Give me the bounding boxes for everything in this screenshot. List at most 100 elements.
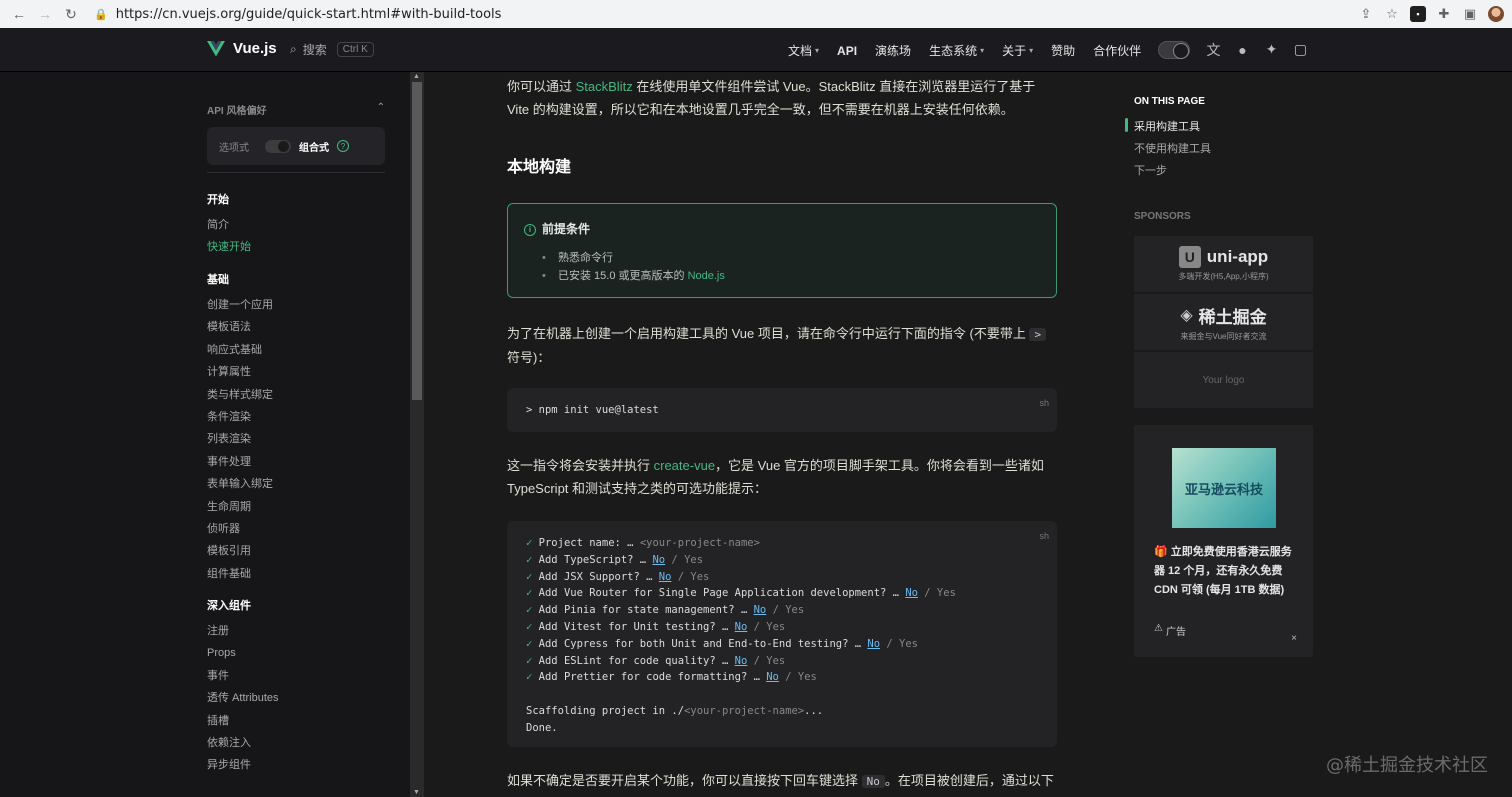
sponsor-uniapp[interactable]: Uuni-app 多端开发(H5,App,小程序): [1134, 236, 1313, 292]
nav-menu-item[interactable]: API: [837, 42, 857, 59]
sidebar-item[interactable]: 生命周期: [207, 496, 273, 518]
bookmark-star-icon[interactable]: ☆: [1384, 6, 1400, 22]
sidebar-item[interactable]: 侦听器: [207, 518, 273, 540]
nav-menu-item[interactable]: 合作伙伴: [1093, 42, 1141, 59]
scroll-down-icon[interactable]: ▼: [413, 789, 420, 796]
stackblitz-link[interactable]: StackBlitz: [576, 79, 633, 94]
sidebar-item[interactable]: 插槽: [207, 710, 279, 732]
help-icon[interactable]: ?: [337, 140, 349, 152]
list-item: 熟悉命令行: [542, 249, 1040, 267]
nav-menu-item[interactable]: 文档 ▾: [788, 42, 819, 59]
main-menu: 文档 ▾ API 演练场 生态系统 ▾ 关于 ▾ 赞助 合作伙伴: [788, 42, 1159, 59]
sidebar-item[interactable]: 响应式基础: [207, 339, 273, 361]
instruction-paragraph: 为了在机器上创建一个启用构建工具的 Vue 项目，请在命令行中运行下面的指令 (…: [507, 322, 1057, 369]
theme-toggle[interactable]: [1158, 41, 1190, 59]
discord-icon[interactable]: ▢: [1292, 41, 1309, 58]
check-icon: ✓: [526, 587, 539, 600]
sidebar-scrollbar[interactable]: ▲ ▼: [410, 72, 424, 797]
sidebar-item[interactable]: 异步组件: [207, 754, 279, 776]
brand-name: Vue.js: [233, 40, 277, 57]
tip-box: i 前提条件 熟悉命令行 已安装 15.0 或更高版本的 Node.js: [507, 203, 1057, 298]
create-vue-paragraph: 这一指令将会安装并执行 create-vue，它是 Vue 官方的项目脚手架工具…: [507, 458, 1044, 496]
sidebar-item[interactable]: 依赖注入: [207, 732, 279, 754]
sidebar-item[interactable]: 列表渲染: [207, 428, 273, 450]
reload-icon[interactable]: ↻: [60, 3, 82, 25]
code-line: ✓ Add Vue Router for Single Page Applica…: [526, 587, 956, 600]
code-line: ✓ Add Cypress for both Unit and End-to-E…: [526, 637, 918, 650]
api-pref-title: API 风格偏好: [207, 106, 267, 117]
share-icon[interactable]: ⇪: [1358, 6, 1374, 22]
browser-toolbar: ← → ↻ 🔒 https://cn.vuejs.org/guide/quick…: [0, 0, 1512, 28]
scroll-up-icon[interactable]: ▲: [413, 73, 420, 80]
on-this-page-title: ON THIS PAGE: [1134, 96, 1205, 107]
profile-avatar[interactable]: [1488, 6, 1504, 22]
check-icon: ✓: [526, 671, 539, 684]
url-text: https://cn.vuejs.org/guide/quick-start.h…: [115, 6, 502, 22]
sidebar-item[interactable]: 事件处理: [207, 451, 273, 473]
sidebar-item[interactable]: 简介: [207, 214, 251, 236]
sidebar-item[interactable]: 组件基础: [207, 563, 273, 585]
code-line: ✓ Add ESLint for code quality? … No / Ye…: [526, 654, 786, 667]
ad-icon: ⚠: [1154, 623, 1163, 634]
api-style-switch[interactable]: [265, 139, 291, 153]
sidebar-group-title: 深入组件: [207, 600, 251, 612]
sidebar-item[interactable]: 模板引用: [207, 540, 273, 562]
ad-box[interactable]: 亚马逊云科技 🎁 立即免费使用香港云服务器 12 个月，还有永久免费 CDN 可…: [1134, 425, 1313, 657]
code-line: ✓ Add JSX Support? … No / Yes: [526, 570, 710, 583]
search-shortcut: Ctrl K: [336, 42, 374, 57]
extension-icon[interactable]: ▪: [1410, 6, 1426, 22]
ad-text[interactable]: 🎁 立即免费使用香港云服务器 12 个月，还有永久免费 CDN 可领 (每月 1…: [1154, 543, 1294, 600]
brand-link[interactable]: Vue.js: [207, 40, 277, 57]
composition-api-label[interactable]: 组合式: [299, 139, 329, 154]
address-bar[interactable]: 🔒 https://cn.vuejs.org/guide/quick-start…: [94, 3, 1358, 25]
sponsor-juejin[interactable]: ◈ 稀土掘金 来掘金与Vue同好者交流: [1134, 294, 1313, 350]
sidebar-group: 开始 简介 快速开始: [207, 192, 251, 259]
code-line: ✓ Add Prettier for code formatting? … No…: [526, 671, 817, 684]
sidebar-item[interactable]: 计算属性: [207, 361, 273, 383]
code-line: ✓ Add Pinia for state management? … No /…: [526, 604, 805, 617]
nav-menu-item[interactable]: 赞助: [1051, 42, 1075, 59]
sidebar-item[interactable]: 透传 Attributes: [207, 687, 279, 709]
toc-link[interactable]: 不使用构建工具: [1134, 140, 1211, 156]
check-icon: ✓: [526, 604, 539, 617]
sidebar-item[interactable]: 快速开始: [207, 236, 251, 258]
nodejs-link[interactable]: Node.js: [688, 270, 725, 282]
nav-menu-item[interactable]: 关于 ▾: [1002, 42, 1033, 59]
forward-icon[interactable]: →: [34, 3, 56, 25]
check-icon: ✓: [526, 620, 539, 633]
sidebar-item[interactable]: 表单输入绑定: [207, 473, 273, 495]
scrollbar-thumb[interactable]: [412, 82, 422, 400]
chevron-up-icon[interactable]: ⌃: [377, 102, 385, 117]
toc-link[interactable]: 采用构建工具: [1134, 118, 1200, 134]
translate-icon[interactable]: 文: [1205, 41, 1222, 58]
create-vue-link[interactable]: create-vue: [654, 458, 715, 473]
code-line: ✓ Add Vitest for Unit testing? … No / Ye…: [526, 620, 786, 633]
chevron-down-icon: ▾: [1029, 46, 1034, 55]
sidebar-item[interactable]: 条件渲染: [207, 406, 273, 428]
sidebar-item[interactable]: 注册: [207, 620, 279, 642]
uniapp-logo-icon: U: [1178, 246, 1201, 268]
info-icon: i: [524, 223, 536, 236]
puzzle-icon[interactable]: ✚: [1436, 6, 1452, 22]
sidebar-item[interactable]: 模板语法: [207, 316, 273, 338]
code-block-prompts: sh ✓ Project name: … <your-project-name>…: [507, 521, 1057, 747]
nav-menu-item[interactable]: 生态系统 ▾: [929, 42, 984, 59]
nav-menu-item[interactable]: 演练场: [875, 42, 911, 59]
search-button[interactable]: ⌕ 搜索 Ctrl K: [290, 41, 374, 58]
api-preference: API 风格偏好 ⌃ 选项式 组合式 ?: [207, 102, 385, 165]
github-icon[interactable]: ●: [1234, 41, 1251, 58]
option-api-label[interactable]: 选项式: [219, 139, 249, 154]
sponsor-placeholder[interactable]: Your logo: [1134, 352, 1313, 408]
side-panel-icon[interactable]: ▣: [1462, 6, 1478, 22]
close-icon[interactable]: ×: [1291, 633, 1297, 644]
twitter-icon[interactable]: ✦: [1263, 41, 1280, 58]
sidebar-item[interactable]: 类与样式绑定: [207, 384, 273, 406]
watermark: @稀土掘金技术社区: [1326, 755, 1488, 776]
sidebar-item[interactable]: 事件: [207, 665, 279, 687]
sidebar-item[interactable]: 创建一个应用: [207, 294, 273, 316]
check-icon: ✓: [526, 654, 539, 667]
ad-image[interactable]: 亚马逊云科技: [1172, 448, 1276, 528]
back-icon[interactable]: ←: [8, 3, 30, 25]
toc-link[interactable]: 下一步: [1134, 162, 1167, 178]
sidebar-item[interactable]: Props: [207, 642, 279, 664]
